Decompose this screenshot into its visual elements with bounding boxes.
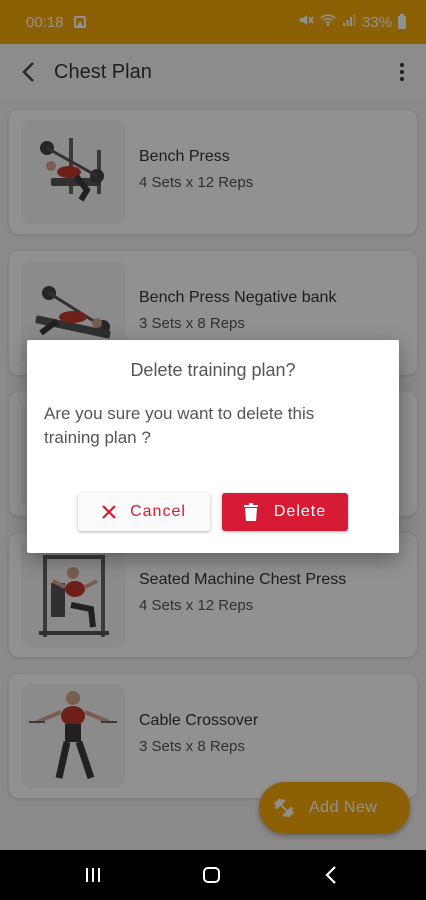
recents-button[interactable] (78, 862, 108, 888)
home-button[interactable] (196, 862, 226, 888)
delete-dialog: Delete training plan? Are you sure you w… (27, 340, 399, 553)
dialog-message: Are you sure you want to delete this tra… (44, 404, 315, 447)
cancel-label: Cancel (130, 503, 186, 520)
close-icon (102, 505, 116, 519)
home-icon (202, 867, 220, 883)
system-nav-bar (0, 850, 426, 900)
delete-button[interactable]: Delete (222, 493, 348, 531)
recents-icon (86, 868, 88, 882)
trash-icon (243, 503, 258, 521)
delete-label: Delete (273, 503, 327, 520)
cancel-button[interactable]: Cancel (78, 493, 210, 531)
dialog-title: Delete training plan? (130, 360, 296, 380)
back-chevron-icon (325, 866, 336, 884)
system-back-button[interactable] (316, 862, 346, 888)
